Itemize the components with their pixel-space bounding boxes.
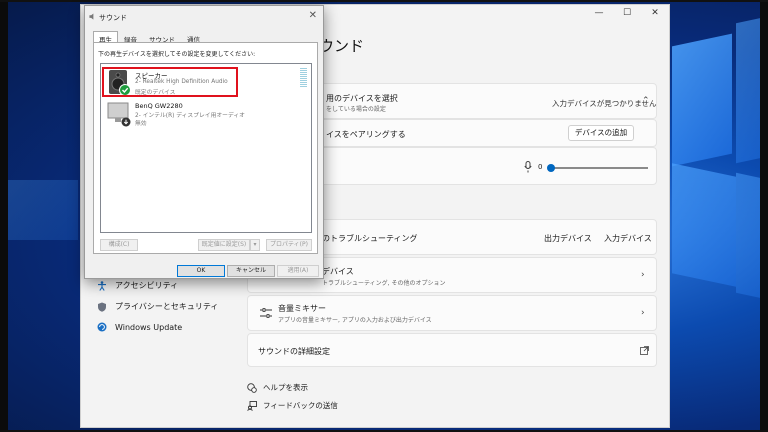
chevron-right-icon: › [641,270,645,280]
microphone-icon[interactable] [524,161,532,173]
speaker-icon [89,13,94,20]
input-card-subtitle: をしている場合の設定 [326,106,386,113]
device-name: BenQ GW2280 [135,102,183,110]
instruction-text: 下の再生デバイスを選択してその設定を変更してください: [98,51,256,58]
input-card-status: 入力デバイスが見つかりません [552,99,657,108]
mixer-icon [260,308,272,318]
nav-item-privacy[interactable]: プライバシーとセキュリティ [97,301,218,312]
help-icon [247,382,257,393]
device-driver: 2- インテル(R) ディスプレイ用オーディオ [135,113,245,119]
nav-item-windows-update[interactable]: Windows Update [97,322,182,332]
level-meter [300,68,307,88]
frame-edge [760,0,768,432]
feedback-icon [247,400,257,411]
help-label: ヘルプを表示 [263,383,308,392]
dialog-close-button[interactable]: ✕ [309,10,317,21]
maximize-button[interactable]: ☐ [619,8,635,18]
wallpaper-pane [672,33,732,167]
chevron-right-icon: › [641,308,645,318]
nav-label: Windows Update [115,322,183,332]
ok-button[interactable]: OK [177,265,225,277]
advanced-title: サウンドの詳細設定 [258,347,330,356]
nav-label: プライバシーとセキュリティ [115,302,219,311]
feedback-label: フィードバックの送信 [263,401,338,410]
troubleshoot-title: のトラブルシューティング [322,234,418,243]
dialog-title: サウンド [99,14,127,22]
minimize-button[interactable]: — [591,8,607,18]
close-button[interactable]: ✕ [647,8,663,18]
mixer-title: 音量ミキサー [278,304,326,313]
nav-item-accessibility[interactable]: アクセシビリティ [97,280,178,291]
frame-edge [0,0,768,2]
output-devices-link[interactable]: 出力デバイス [544,233,592,244]
cancel-button[interactable]: キャンセル [227,265,275,277]
set-default-dropdown[interactable]: ▾ [250,239,260,251]
mixer-subtitle: アプリの音量ミキサー, アプリの入力および出力デバイス [278,317,432,324]
window-controls: — ☐ ✕ [591,8,663,18]
external-link-icon [640,346,649,355]
configure-button[interactable]: 構成(C) [100,239,138,251]
input-devices-link[interactable]: 入力デバイス [604,233,652,244]
all-devices-subtitle: トラブルシューティング, その他のオプション [322,280,446,287]
accessibility-icon [98,280,106,291]
all-devices-title: デバイス [322,267,354,276]
pair-card-title: イスをペアリングする [326,130,406,139]
device-status: 無効 [135,121,147,127]
sound-dialog: サウンド ✕ 再生 録音 サウンド 通信 下の再生デバイスを選択してその設定を変… [84,5,324,279]
volume-value: 0 [538,163,543,171]
help-link[interactable]: ヘルプを表示 [247,382,308,393]
device-item-benq[interactable]: BenQ GW2280 2- インテル(R) ディスプレイ用オーディオ 無効 [105,100,305,130]
page-title: ウンド [319,37,365,55]
monitor-device-icon [107,102,131,127]
nav-label: アクセシビリティ [115,281,179,290]
volume-mixer-card[interactable]: 音量ミキサー アプリの音量ミキサー, アプリの入力および出力デバイス › [247,295,657,331]
device-list[interactable]: スピーカー 2- Realtek High Definition Audio 既… [100,63,312,233]
apply-button[interactable]: 適用(A) [277,265,319,277]
windows-update-icon [97,322,107,332]
shield-icon [98,302,106,312]
add-device-button[interactable]: デバイスの追加 [568,125,634,141]
wallpaper-pane [8,180,78,240]
slider-thumb[interactable] [547,164,555,172]
feedback-link[interactable]: フィードバックの送信 [247,400,338,411]
volume-slider[interactable] [547,164,648,172]
input-card-title: 用のデバイスを選択 [326,94,398,103]
properties-button[interactable]: プロパティ(P) [266,239,312,251]
tab-panel: 下の再生デバイスを選択してその設定を変更してください: スピーカー 2- Rea… [93,42,318,254]
set-default-button[interactable]: 既定値に設定(S) [198,239,250,251]
selection-highlight [102,67,238,97]
frame-edge [0,0,8,432]
wallpaper-pane [672,163,736,287]
chevron-up-icon[interactable]: ⌃ [642,96,650,106]
advanced-sound-card[interactable]: サウンドの詳細設定 [247,333,657,367]
